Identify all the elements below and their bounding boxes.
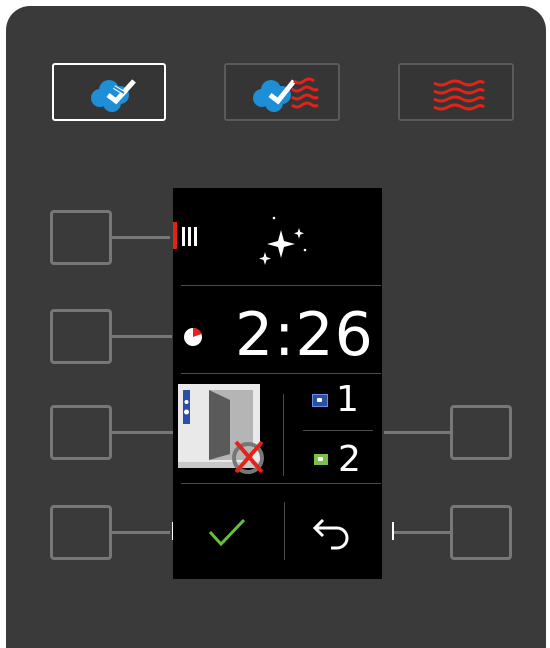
divider-1 — [181, 285, 381, 286]
combi-steam-heat-icon — [253, 77, 319, 112]
connector-right-4 — [394, 531, 450, 534]
left-button-1[interactable] — [50, 210, 112, 265]
rack-1-indicator — [312, 394, 328, 407]
sparkle-clean-icon — [259, 216, 307, 265]
connector-left-3 — [112, 431, 174, 434]
cook-time-remaining[interactable]: 2:26 — [235, 305, 374, 365]
divider-2 — [181, 373, 381, 374]
divider-3 — [181, 483, 381, 484]
divider-racks — [303, 430, 373, 431]
steam-mode-button[interactable] — [52, 63, 166, 121]
left-button-2[interactable] — [50, 309, 112, 364]
display-screen: 2:26 1 2 — [173, 188, 382, 579]
left-button-4[interactable] — [50, 505, 112, 560]
divider-vertical — [283, 394, 284, 476]
connector-right-3 — [384, 431, 450, 434]
rack-2-indicator — [314, 454, 328, 465]
timer-icon — [184, 328, 202, 346]
steam-icon — [91, 79, 136, 112]
hot-air-icon — [433, 79, 486, 111]
check-icon[interactable] — [207, 516, 247, 548]
divider-vertical-2 — [284, 502, 285, 560]
rack-1-label[interactable]: 1 — [336, 382, 359, 418]
hot-air-mode-button[interactable] — [398, 63, 514, 121]
left-button-3[interactable] — [50, 405, 112, 460]
connector-left-2 — [112, 335, 172, 338]
right-button-4[interactable] — [450, 505, 512, 560]
right-button-3[interactable] — [450, 405, 512, 460]
connector-left-4 — [112, 531, 170, 534]
tick-right-4 — [392, 522, 394, 540]
connector-left-1 — [112, 236, 170, 239]
combi-mode-button[interactable] — [224, 63, 340, 121]
back-arrow-icon[interactable] — [311, 514, 355, 550]
oven-rack-blocked-icon — [178, 384, 264, 474]
intensity-level-icon[interactable] — [173, 222, 213, 250]
rack-2-label[interactable]: 2 — [338, 442, 361, 478]
